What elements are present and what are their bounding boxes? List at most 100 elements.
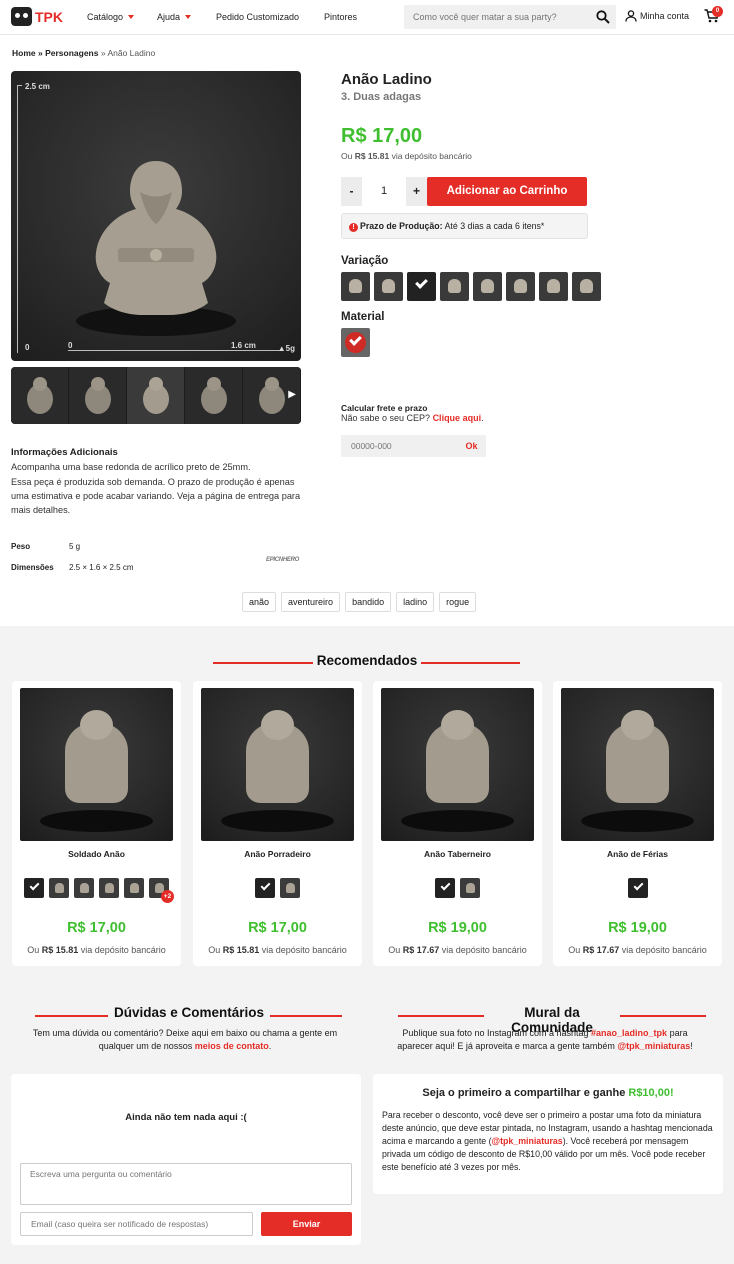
miniature-thumb: [105, 883, 114, 893]
product-card[interactable]: Anão de Férias R$ 19,00 Ou R$ 17.67 via de…: [553, 681, 722, 966]
comment-textarea[interactable]: [20, 1163, 352, 1205]
logo-text: TPK: [35, 8, 63, 25]
breadcrumb-category[interactable]: Personagens: [45, 48, 98, 58]
tag-list: anão aventureiro bandido ladino rogue: [242, 592, 477, 612]
caret-down-icon: [185, 15, 192, 19]
qty-plus-button[interactable]: +: [406, 177, 427, 206]
comments-box: Ainda não tem nada aqui :( Enviar: [11, 1074, 361, 1245]
send-button[interactable]: Enviar: [261, 1212, 352, 1236]
variation-swatch[interactable]: [407, 272, 436, 301]
share-box: Seja o primeiro a compartilhar e ganhe R…: [373, 1074, 723, 1194]
community-description: Publique sua foto no Instagram com a has…: [397, 1028, 693, 1051]
variation-swatch[interactable]: [628, 878, 648, 898]
miniature-thumb: [80, 883, 89, 893]
product-card-name[interactable]: Soldado Anão: [12, 849, 181, 859]
variation-swatch[interactable]: [74, 878, 94, 898]
product-card-image[interactable]: [381, 688, 534, 841]
nav-ajuda[interactable]: Ajuda: [157, 12, 192, 22]
title-underline: [620, 1015, 706, 1017]
contact-link[interactable]: meios de contato: [195, 1041, 269, 1051]
material-label: Material: [341, 311, 385, 323]
breadcrumb: Home » Personagens » Anão Ladino: [12, 48, 155, 58]
title-underline: [421, 662, 520, 664]
account-link[interactable]: Minha conta: [625, 10, 689, 22]
thumbnail[interactable]: [185, 367, 243, 424]
ruler-zero-label: 0: [25, 343, 30, 352]
variation-swatch[interactable]: [24, 878, 44, 898]
variation-swatch[interactable]: [341, 272, 370, 301]
product-card-bank-price: Ou R$ 17.67 via depósito bancário: [568, 945, 707, 955]
check-icon: [260, 880, 271, 891]
qty-input[interactable]: 1: [362, 177, 406, 206]
cep-input[interactable]: [341, 435, 457, 457]
thumbnail-strip: ▶: [11, 367, 301, 424]
product-card-bank-price: Ou R$ 15.81 via depósito bancário: [208, 945, 347, 955]
product-main-image[interactable]: 2.5 cm 0 0 1.6 cm ▲5g: [11, 71, 301, 361]
product-card-name[interactable]: Anão Taberneiro: [373, 849, 542, 859]
product-card-name[interactable]: Anão de Férias: [553, 849, 722, 859]
nav-catalogo[interactable]: Catálogo: [87, 12, 135, 22]
tag[interactable]: bandido: [345, 592, 392, 612]
variation-swatch[interactable]: [460, 878, 480, 898]
weight-badge: ▲5g: [277, 344, 295, 353]
product-card[interactable]: Soldado Anão +2 R$ 17,00 Ou R$ 15.81 via de…: [12, 681, 181, 966]
product-card-name[interactable]: Anão Porradeiro: [193, 849, 362, 859]
product-card-image[interactable]: [20, 688, 173, 841]
email-field[interactable]: [20, 1212, 253, 1236]
product-card[interactable]: Anão Taberneiro R$ 19,00 Ou R$ 17.67 via d…: [373, 681, 542, 966]
site-logo[interactable]: TPK: [11, 7, 63, 26]
tag[interactable]: rogue: [439, 592, 477, 612]
cep-ok-button[interactable]: Ok: [457, 435, 486, 457]
cep-help-link[interactable]: Clique aqui: [433, 413, 482, 423]
thumbnail[interactable]: [127, 367, 185, 424]
variation-swatch[interactable]: [280, 878, 300, 898]
nav-pedido-customizado[interactable]: Pedido Customizado: [216, 12, 299, 22]
height-ruler: [17, 85, 18, 353]
chevron-right-icon[interactable]: ▶: [288, 389, 296, 400]
add-to-cart-button[interactable]: Adicionar ao Carrinho: [427, 177, 587, 206]
variation-swatch[interactable]: [99, 878, 119, 898]
variation-swatch[interactable]: [506, 272, 535, 301]
miniature-thumb: [349, 279, 362, 293]
thumbnail[interactable]: ▶: [243, 367, 301, 424]
nav-label: Pedido Customizado: [216, 12, 300, 22]
variation-swatch[interactable]: [124, 878, 144, 898]
variation-swatch[interactable]: [572, 272, 601, 301]
nav-label: Ajuda: [157, 12, 181, 22]
variation-swatch[interactable]: [473, 272, 502, 301]
variation-swatch[interactable]: [255, 878, 275, 898]
product-card-image[interactable]: [561, 688, 714, 841]
variation-swatch[interactable]: [539, 272, 568, 301]
site-header: TPK Catálogo Ajuda Pedido Customizado Pi…: [0, 0, 734, 35]
tag[interactable]: aventureiro: [281, 592, 341, 612]
title-underline: [35, 1015, 108, 1017]
title-underline: [270, 1015, 342, 1017]
qty-minus-button[interactable]: -: [341, 177, 362, 206]
instagram-handle[interactable]: @tpk_miniaturas: [617, 1041, 690, 1051]
tag[interactable]: ladino: [396, 592, 435, 612]
shipping-help: Não sabe o seu CEP? Clique aqui.: [341, 413, 484, 423]
miniature-thumb: [514, 279, 527, 293]
search-icon[interactable]: [596, 10, 610, 24]
product-card-price: R$ 17,00: [248, 920, 307, 936]
tag[interactable]: anão: [242, 592, 277, 612]
quantity-stepper: - 1 +: [341, 177, 427, 206]
product-card-image[interactable]: [201, 688, 354, 841]
breadcrumb-home[interactable]: Home: [12, 48, 36, 58]
product-card[interactable]: Anão Porradeiro R$ 17,00 Ou R$ 15.81 via d…: [193, 681, 362, 966]
caret-down-icon: [128, 15, 135, 19]
ruler-tick: [17, 85, 22, 86]
variation-swatch[interactable]: [440, 272, 469, 301]
nav-pintores[interactable]: Pintores: [324, 12, 357, 22]
thumbnail[interactable]: [69, 367, 127, 424]
comments-description: Tem uma dúvida ou comentário? Deixe aqui…: [32, 1028, 338, 1051]
hashtag-text: #anao_ladino_tpk: [591, 1028, 668, 1038]
variation-swatch[interactable]: [374, 272, 403, 301]
variation-swatch[interactable]: +2: [149, 878, 174, 903]
variation-swatch[interactable]: [435, 878, 455, 898]
material-swatch[interactable]: [341, 328, 370, 357]
search-input[interactable]: [404, 5, 584, 29]
product-price: R$ 17,00: [341, 125, 423, 147]
variation-swatch[interactable]: [49, 878, 69, 898]
thumbnail[interactable]: [11, 367, 69, 424]
